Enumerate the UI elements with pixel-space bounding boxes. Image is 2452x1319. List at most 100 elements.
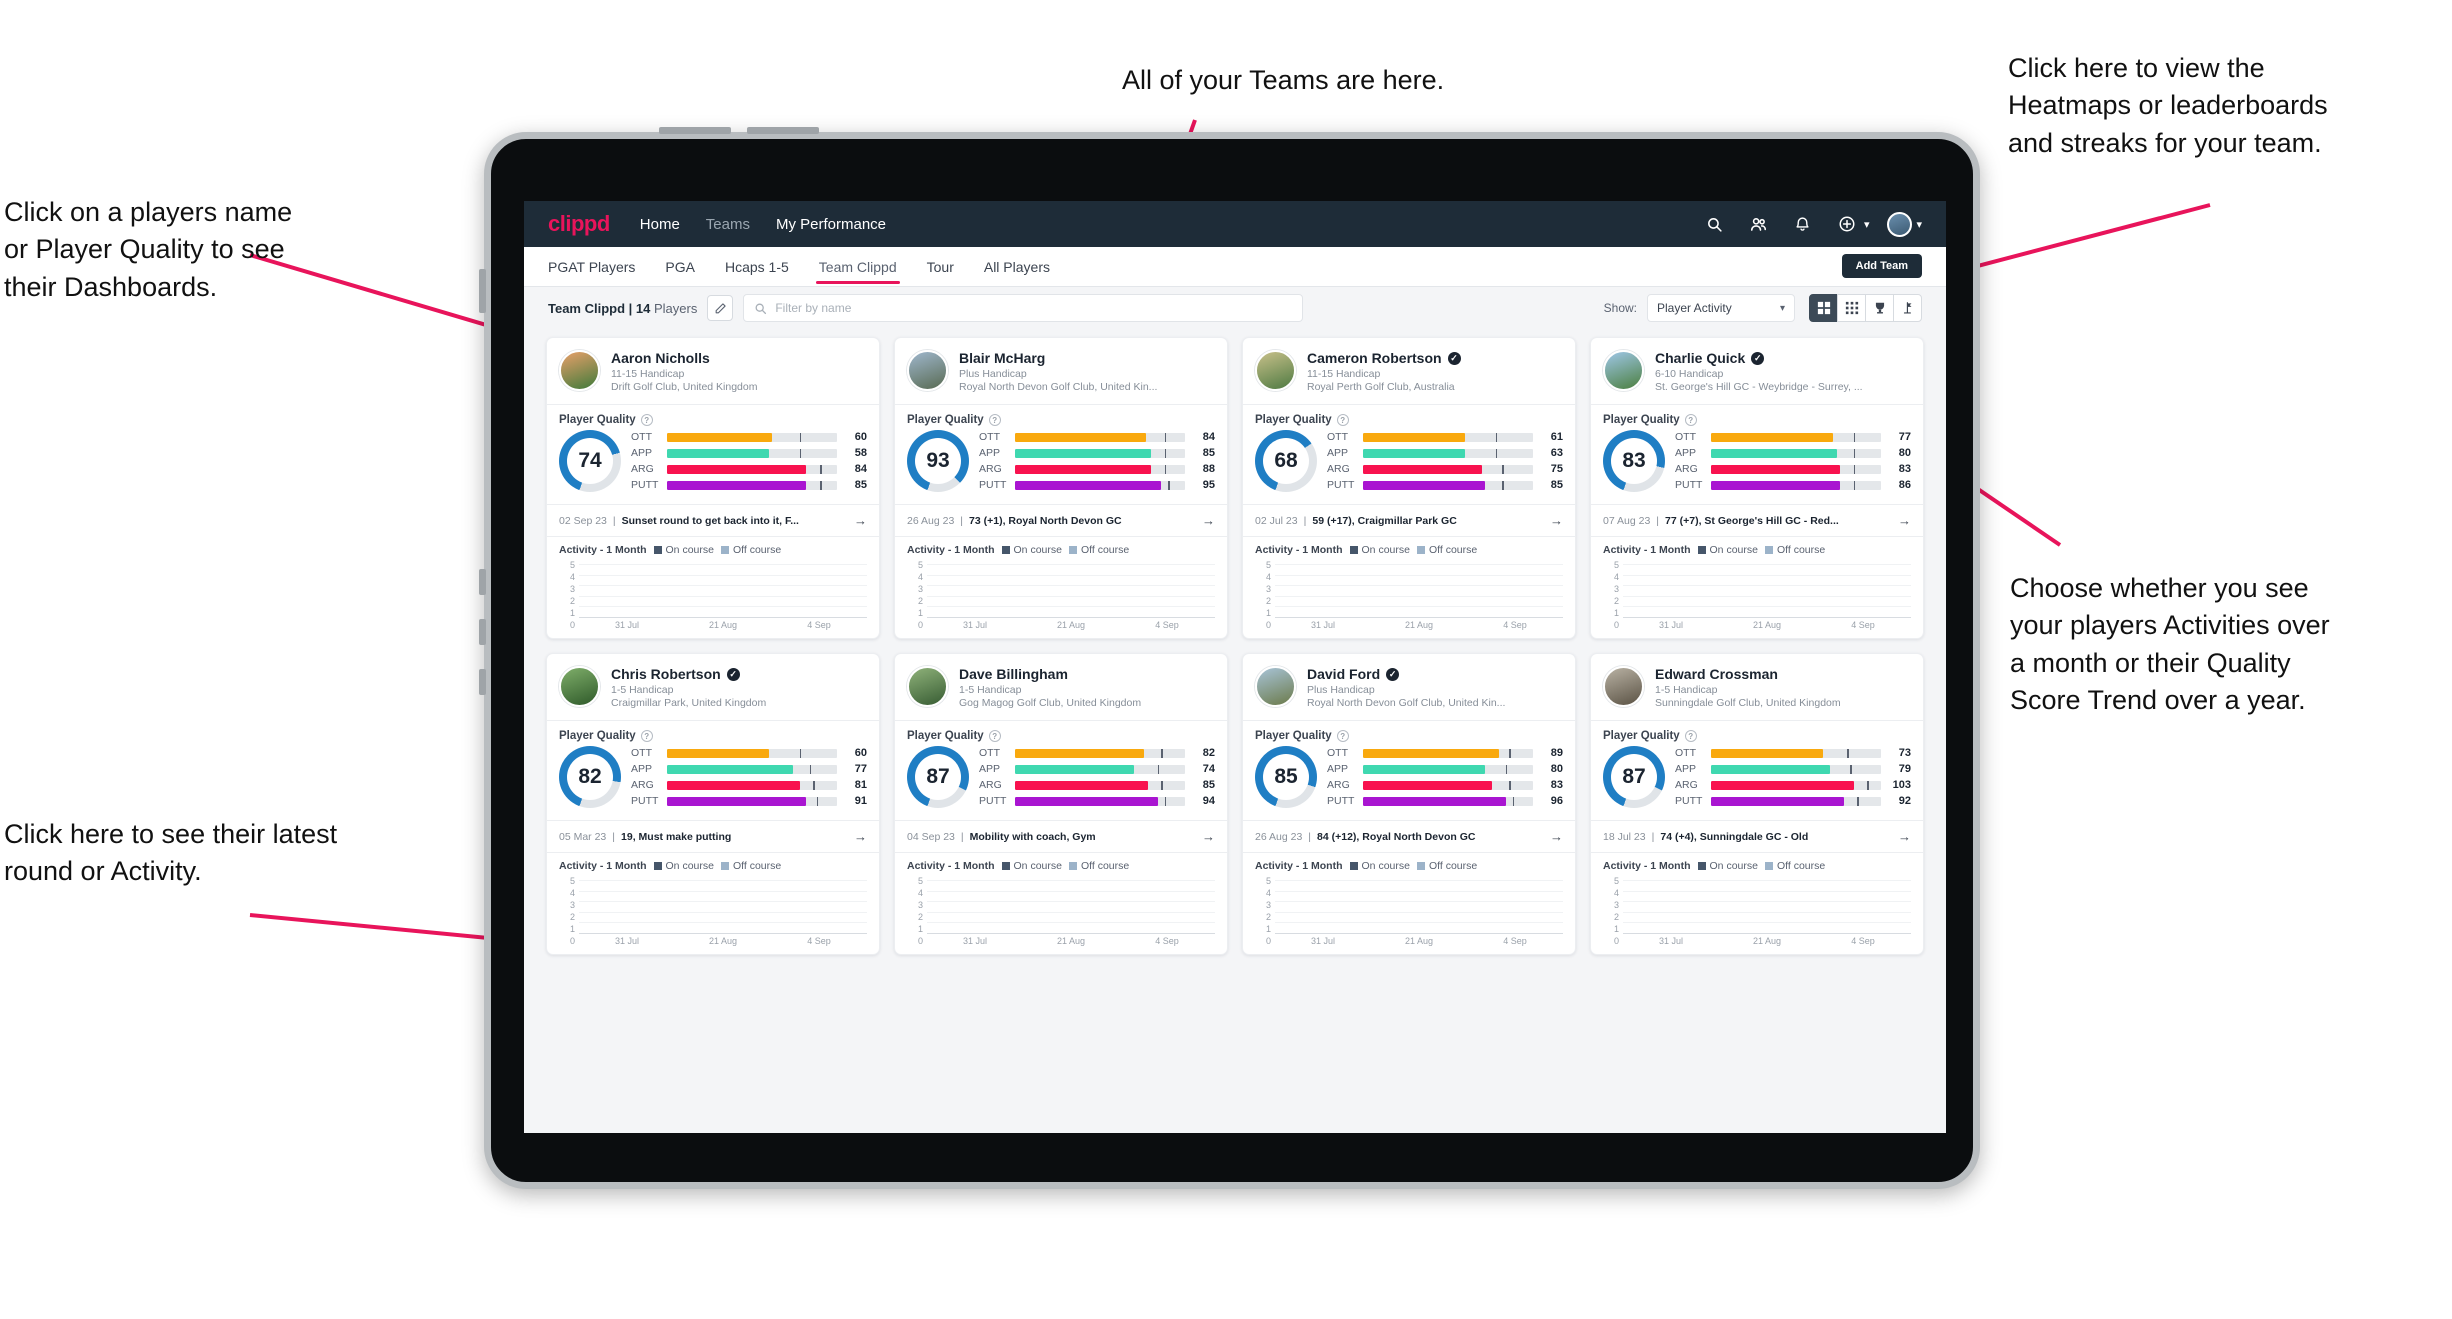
- help-icon[interactable]: ?: [988, 414, 1001, 426]
- player-quality-title[interactable]: Player Quality?: [547, 721, 879, 742]
- latest-activity-row[interactable]: 02 Sep 23 | Sunset round to get back into …: [547, 505, 879, 536]
- grid-small-icon[interactable]: [1837, 294, 1866, 322]
- player-name[interactable]: Dave Billingham: [959, 666, 1068, 682]
- player-quality-body[interactable]: 87 OTT 73 APP 79 ARG 103 PUTT 92: [1591, 742, 1923, 820]
- arrow-right-icon[interactable]: →: [1202, 829, 1215, 844]
- player-name-row[interactable]: Charlie Quick ✓: [1655, 350, 1911, 366]
- player-avatar[interactable]: [1255, 666, 1296, 707]
- avatar-dropdown-caret-icon[interactable]: ▾: [1916, 218, 1922, 231]
- player-card-header[interactable]: David Ford ✓ Plus Handicap Royal North Devo…: [1243, 654, 1575, 720]
- player-card[interactable]: Blair McHarg Plus Handicap Royal North Dev…: [894, 337, 1228, 639]
- player-quality-body[interactable]: 85 OTT 89 APP 80 ARG 83 PUTT 96: [1243, 742, 1575, 820]
- show-select[interactable]: Player Activity ▾: [1647, 294, 1795, 322]
- player-avatar[interactable]: [559, 666, 600, 707]
- help-icon[interactable]: ?: [640, 414, 653, 426]
- player-avatar[interactable]: [559, 350, 600, 391]
- arrow-right-icon[interactable]: →: [1550, 829, 1563, 844]
- tab-team-clippd[interactable]: Team Clippd: [815, 247, 900, 287]
- latest-activity-row[interactable]: 02 Jul 23 | 59 (+17), Craigmillar Park GC →: [1243, 505, 1575, 536]
- player-name[interactable]: Blair McHarg: [959, 350, 1045, 366]
- player-quality-body[interactable]: 93 OTT 84 APP 85 ARG 88 PUTT 95: [895, 426, 1227, 504]
- player-quality-title[interactable]: Player Quality?: [1591, 405, 1923, 426]
- player-avatar[interactable]: [1255, 350, 1296, 391]
- arrow-right-icon[interactable]: →: [854, 829, 867, 844]
- player-card-header[interactable]: Cameron Robertson ✓ 11-15 Handicap Royal Pe…: [1243, 338, 1575, 404]
- player-card[interactable]: Cameron Robertson ✓ 11-15 Handicap Royal Pe…: [1242, 337, 1576, 639]
- help-icon[interactable]: ?: [1336, 414, 1349, 426]
- tab-pgat-players[interactable]: PGAT Players: [548, 247, 635, 287]
- player-name-row[interactable]: Aaron Nicholls: [611, 350, 867, 366]
- player-card-header[interactable]: Edward Crossman 1-5 Handicap Sunningdale G…: [1591, 654, 1923, 720]
- search-input[interactable]: Filter by name: [743, 294, 1304, 322]
- player-card[interactable]: Chris Robertson ✓ 1-5 Handicap Craigmillar …: [546, 653, 880, 955]
- player-avatar[interactable]: [907, 666, 948, 707]
- player-avatar[interactable]: [1603, 666, 1644, 707]
- player-quality-title[interactable]: Player Quality?: [895, 721, 1227, 742]
- nav-link-teams[interactable]: Teams: [706, 216, 750, 233]
- bell-icon[interactable]: [1790, 211, 1816, 237]
- player-quality-body[interactable]: 74 OTT 60 APP 58 ARG 84 PUTT 85: [547, 426, 879, 504]
- player-card[interactable]: Aaron Nicholls 11-15 Handicap Drift Golf C…: [546, 337, 880, 639]
- clippd-logo[interactable]: clippd: [548, 211, 610, 237]
- nav-link-home[interactable]: Home: [640, 216, 680, 233]
- player-quality-title[interactable]: Player Quality?: [1243, 405, 1575, 426]
- help-icon[interactable]: ?: [1684, 414, 1697, 426]
- player-card-header[interactable]: Blair McHarg Plus Handicap Royal North Dev…: [895, 338, 1227, 404]
- plus-circle-icon[interactable]: [1834, 211, 1860, 237]
- latest-activity-row[interactable]: 07 Aug 23 | 77 (+7), St George's Hill GC -…: [1591, 505, 1923, 536]
- player-name[interactable]: David Ford: [1307, 666, 1380, 682]
- tab-all-players[interactable]: All Players: [984, 247, 1050, 287]
- people-icon[interactable]: [1746, 211, 1772, 237]
- latest-activity-row[interactable]: 26 Aug 23 | 84 (+12), Royal North Devon GC…: [1243, 821, 1575, 852]
- player-name[interactable]: Charlie Quick: [1655, 350, 1745, 366]
- player-name-row[interactable]: Dave Billingham: [959, 666, 1215, 682]
- edit-team-button[interactable]: [707, 295, 734, 321]
- arrow-right-icon[interactable]: →: [1898, 513, 1911, 528]
- player-name-row[interactable]: Blair McHarg: [959, 350, 1215, 366]
- player-name[interactable]: Aaron Nicholls: [611, 350, 710, 366]
- latest-activity-row[interactable]: 04 Sep 23 | Mobility with coach, Gym →: [895, 821, 1227, 852]
- player-name-row[interactable]: David Ford ✓: [1307, 666, 1563, 682]
- help-icon[interactable]: ?: [640, 730, 653, 742]
- avatar[interactable]: [1887, 211, 1913, 237]
- tab-hcaps-1-5[interactable]: Hcaps 1-5: [725, 247, 789, 287]
- player-card-header[interactable]: Charlie Quick ✓ 6-10 Handicap St. George's …: [1591, 338, 1923, 404]
- player-name[interactable]: Edward Crossman: [1655, 666, 1778, 682]
- player-name-row[interactable]: Edward Crossman: [1655, 666, 1911, 682]
- player-card[interactable]: David Ford ✓ Plus Handicap Royal North Devo…: [1242, 653, 1576, 955]
- tab-tour[interactable]: Tour: [927, 247, 954, 287]
- player-quality-body[interactable]: 68 OTT 61 APP 63 ARG 75 PUTT 85: [1243, 426, 1575, 504]
- add-team-button[interactable]: Add Team: [1841, 254, 1922, 278]
- arrow-right-icon[interactable]: →: [1898, 829, 1911, 844]
- player-quality-title[interactable]: Player Quality?: [547, 405, 879, 426]
- latest-activity-row[interactable]: 18 Jul 23 | 74 (+4), Sunningdale GC - Old →: [1591, 821, 1923, 852]
- player-card-header[interactable]: Aaron Nicholls 11-15 Handicap Drift Golf C…: [547, 338, 879, 404]
- player-quality-title[interactable]: Player Quality?: [1243, 721, 1575, 742]
- player-quality-title[interactable]: Player Quality?: [1591, 721, 1923, 742]
- help-icon[interactable]: ?: [1684, 730, 1697, 742]
- player-card-header[interactable]: Chris Robertson ✓ 1-5 Handicap Craigmillar …: [547, 654, 879, 720]
- search-icon[interactable]: [1702, 211, 1728, 237]
- player-avatar[interactable]: [1603, 350, 1644, 391]
- player-name-row[interactable]: Chris Robertson ✓: [611, 666, 867, 682]
- plus-dropdown-caret-icon[interactable]: ▾: [1864, 218, 1870, 231]
- flag-icon[interactable]: [1893, 294, 1922, 322]
- player-name-row[interactable]: Cameron Robertson ✓: [1307, 350, 1563, 366]
- latest-activity-row[interactable]: 26 Aug 23 | 73 (+1), Royal North Devon GC →: [895, 505, 1227, 536]
- player-card[interactable]: Charlie Quick ✓ 6-10 Handicap St. George's …: [1590, 337, 1924, 639]
- arrow-right-icon[interactable]: →: [1550, 513, 1563, 528]
- arrow-right-icon[interactable]: →: [854, 513, 867, 528]
- grid-large-icon[interactable]: [1809, 294, 1838, 322]
- help-icon[interactable]: ?: [988, 730, 1001, 742]
- nav-link-my-performance[interactable]: My Performance: [776, 216, 886, 233]
- player-quality-body[interactable]: 83 OTT 77 APP 80 ARG 83 PUTT 86: [1591, 426, 1923, 504]
- player-quality-title[interactable]: Player Quality?: [895, 405, 1227, 426]
- player-name[interactable]: Cameron Robertson: [1307, 350, 1442, 366]
- player-avatar[interactable]: [907, 350, 948, 391]
- arrow-right-icon[interactable]: →: [1202, 513, 1215, 528]
- player-quality-body[interactable]: 87 OTT 82 APP 74 ARG 85 PUTT 94: [895, 742, 1227, 820]
- tab-pga[interactable]: PGA: [665, 247, 695, 287]
- player-card-header[interactable]: Dave Billingham 1-5 Handicap Gog Magog Gol…: [895, 654, 1227, 720]
- player-quality-body[interactable]: 82 OTT 60 APP 77 ARG 81 PUTT 91: [547, 742, 879, 820]
- player-card[interactable]: Dave Billingham 1-5 Handicap Gog Magog Gol…: [894, 653, 1228, 955]
